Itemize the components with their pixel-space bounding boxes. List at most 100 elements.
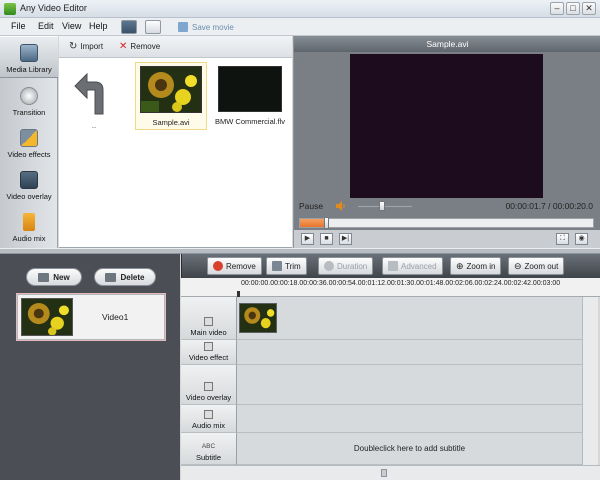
track-label: Video effect: [188, 353, 229, 362]
disc-icon: [20, 87, 38, 105]
zoom-in-label: Zoom in: [466, 261, 496, 271]
advanced-button[interactable]: Advanced: [382, 257, 443, 275]
timeline-view-icon[interactable]: [145, 20, 161, 34]
app-icon: [4, 3, 16, 15]
zoom-out-button[interactable]: ⊖ Zoom out: [508, 257, 565, 275]
project-panel: [0, 254, 180, 480]
duration-button[interactable]: Duration: [318, 257, 374, 275]
media-library-panel: .. Sample.avi BMW Commercial.flv: [59, 58, 292, 248]
track-label: Main video: [190, 328, 227, 337]
stop-button[interactable]: ■: [320, 233, 333, 245]
preview-video[interactable]: [350, 54, 543, 198]
playback-status: Pause: [299, 201, 324, 211]
track-label-video-effect: Video effect: [181, 340, 237, 365]
menu-edit[interactable]: Edit: [38, 21, 54, 31]
music-note-icon: [23, 213, 35, 231]
delete-label: Delete: [120, 272, 145, 282]
track-label-video-overlay: Video overlay: [181, 365, 237, 405]
project-item-video1[interactable]: Video1: [17, 294, 165, 340]
timeline-remove-button[interactable]: Remove: [207, 257, 262, 275]
track-subtitle[interactable]: Doubleclick here to add subtitle: [237, 433, 582, 465]
playback-time: 00:00:01.7 / 00:00:20.0: [505, 201, 593, 211]
menu-file[interactable]: File: [11, 21, 26, 31]
media-caption: Sample.avi: [152, 118, 190, 127]
advanced-icon: [388, 261, 398, 271]
snapshot-camera-icon[interactable]: ◉: [575, 233, 588, 245]
track-video-overlay[interactable]: [237, 365, 582, 405]
import-icon: ↻: [69, 41, 78, 52]
tab-label: Transition: [12, 108, 46, 117]
preview-panel: Sample.avi: [293, 36, 600, 248]
trim-icon: [272, 261, 282, 271]
zoom-in-icon: ⊕: [456, 260, 464, 271]
menu-view[interactable]: View: [62, 21, 81, 31]
hscroll-thumb[interactable]: [381, 469, 387, 477]
trim-label: Trim: [285, 261, 301, 271]
remove-x-icon: ✕: [119, 41, 128, 52]
project-item-name: Video1: [102, 312, 129, 322]
progress-thumb[interactable]: [324, 217, 330, 229]
speaker-icon[interactable]: [335, 201, 347, 211]
remove-label: Remove: [130, 42, 161, 51]
media-remove-button[interactable]: ✕ Remove: [119, 41, 160, 52]
tab-label: Video overlay: [6, 192, 52, 201]
tab-media-library[interactable]: Media Library: [0, 36, 58, 78]
tab-label: Video effects: [7, 150, 51, 159]
star-icon: [20, 129, 38, 147]
ruler-strip: 00:00:00.00:00:18.00:00:36.00:00:54.00:0…: [237, 278, 582, 297]
window-title: Any Video Editor: [20, 3, 87, 13]
volume-thumb[interactable]: [379, 201, 386, 211]
maximize-button[interactable]: □: [566, 2, 580, 15]
storyboard-view-icon[interactable]: [121, 20, 137, 34]
track-label-main-video: Main video: [181, 297, 237, 340]
timeline-remove-label: Remove: [226, 261, 256, 271]
delete-film-icon: [105, 272, 117, 282]
progress-fill: [300, 219, 327, 227]
track-audio-mix[interactable]: [237, 405, 582, 433]
import-label: Import: [80, 42, 104, 51]
track-main-video[interactable]: [237, 297, 582, 340]
media-item-bmw[interactable]: BMW Commercial.flv: [211, 66, 289, 126]
minimize-button[interactable]: –: [550, 2, 564, 15]
track-label-audio-mix: Audio mix: [181, 405, 237, 433]
save-movie-button[interactable]: Save movie: [178, 20, 234, 34]
media-caption: ..: [91, 121, 97, 130]
zoom-in-button[interactable]: ⊕ Zoom in: [450, 257, 502, 275]
close-button[interactable]: ✕: [582, 2, 596, 15]
next-frame-button[interactable]: ▶|: [339, 233, 352, 245]
save-movie-label: Save movie: [192, 22, 234, 32]
remove-circle-icon: [213, 261, 223, 271]
timeline-vertical-scrollbar[interactable]: [582, 297, 598, 465]
delete-button[interactable]: Delete: [94, 268, 156, 286]
save-disk-icon: [178, 22, 188, 32]
track-label: Video overlay: [185, 393, 232, 402]
video-thumbnail: [140, 66, 202, 113]
clock-icon: [324, 261, 334, 271]
tab-audio-mix[interactable]: Audio mix: [0, 204, 58, 246]
film-icon: [20, 44, 38, 62]
timeline-clip[interactable]: [239, 303, 277, 333]
media-item-up[interactable]: ..: [59, 68, 129, 130]
tab-label: Media Library: [6, 65, 52, 74]
play-button[interactable]: ▶: [301, 233, 314, 245]
media-item-sample[interactable]: Sample.avi: [135, 62, 207, 130]
tab-transition[interactable]: Transition: [0, 78, 58, 120]
project-thumbnail: [21, 298, 73, 336]
import-button[interactable]: ↻ Import: [69, 41, 103, 52]
playback-buttons: ▶ ■ ▶| ⛶ ◉: [293, 230, 600, 248]
timeline-toolbar: Remove Trim Duration Advanced ⊕ Zoom in …: [181, 254, 600, 278]
progress-bar[interactable]: [299, 217, 594, 229]
trim-button[interactable]: Trim: [266, 257, 307, 275]
timeline-horizontal-scrollbar[interactable]: [181, 465, 600, 480]
fullscreen-icon[interactable]: ⛶: [556, 233, 569, 245]
title-bar: Any Video Editor – □ ✕: [0, 0, 600, 18]
overlay-track-icon: [204, 382, 213, 391]
preview-controls: Pause 00:00:01.7 / 00:00:20.0: [293, 196, 600, 216]
track-label: Subtitle: [195, 453, 222, 462]
video-thumbnail: [218, 66, 282, 112]
tab-video-effects[interactable]: Video effects: [0, 120, 58, 162]
track-video-effect[interactable]: [237, 340, 582, 365]
new-button[interactable]: New: [26, 268, 82, 286]
menu-help[interactable]: Help: [89, 21, 108, 31]
tab-video-overlay[interactable]: Video overlay: [0, 162, 58, 204]
